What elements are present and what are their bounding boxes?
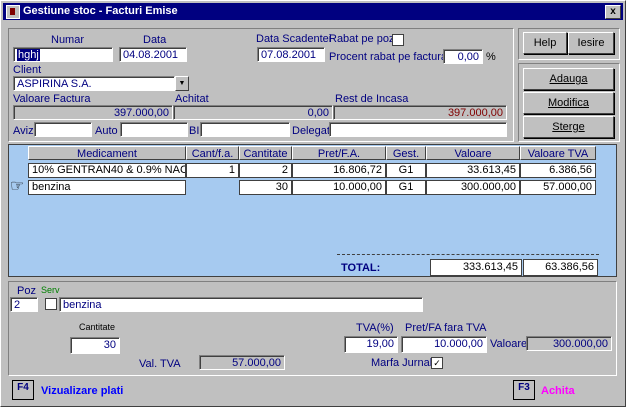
poz-label: Poz — [17, 285, 36, 297]
row2-cantitate[interactable]: 30 — [239, 180, 292, 195]
pretfa-label: Pret/FA fara TVA — [405, 322, 487, 334]
procent-unit: % — [486, 51, 496, 63]
rabat-label: Rabat pe poz — [329, 33, 395, 45]
poz-field[interactable]: 2 — [10, 297, 38, 312]
row1-tva[interactable]: 6.386,56 — [520, 163, 596, 178]
row1-cantfa[interactable]: 1 — [186, 163, 239, 178]
delegat-label: Delegat — [292, 125, 330, 137]
col-valoare[interactable]: Valoare — [426, 146, 520, 160]
marfa-checkbox[interactable]: ✓ — [431, 357, 443, 369]
total-valoare: 333.613,45 — [430, 259, 522, 276]
client-label: Client — [13, 64, 42, 76]
adauga-button[interactable]: Adauga — [523, 68, 614, 90]
valoare-label: Valoare Factura — [13, 93, 91, 105]
serv-label: Serv — [41, 285, 60, 295]
delegat-field[interactable] — [329, 122, 507, 137]
vizualizare-plati-link[interactable]: Vizualizare plati — [41, 385, 123, 397]
total-tva: 63.386,56 — [523, 259, 598, 276]
numar-label: Numar — [51, 34, 85, 46]
col-valoare-tva[interactable]: Valoare TVA — [520, 146, 596, 160]
bi-field[interactable] — [200, 122, 290, 137]
row2-gest[interactable]: G1 — [386, 180, 426, 195]
row1-gest[interactable]: G1 — [386, 163, 426, 178]
detail-valoare-label: Valoare: — [490, 338, 531, 350]
procent-field[interactable]: 0,00 — [443, 49, 483, 64]
data-field[interactable]: 04.08.2001 — [119, 47, 187, 62]
title-bar: Gestiune stoc - Facturi Emise x — [3, 3, 623, 20]
aviz-label: Aviz — [13, 125, 34, 137]
iesire-button[interactable]: Iesire — [568, 32, 614, 54]
row1-medicament[interactable]: 10% GENTRAN40 & 0.9% NACL — [28, 163, 186, 178]
col-cantfa[interactable]: Cant/f.a. — [186, 146, 239, 160]
client-select[interactable]: ASPIRINA S.A. — [13, 76, 175, 91]
row2-tva[interactable]: 57.000,00 — [520, 180, 596, 195]
row2-pret[interactable]: 10.000,00 — [292, 180, 386, 195]
achita-link[interactable]: Achita — [541, 385, 575, 397]
achitat-label: Achitat — [175, 93, 209, 105]
rest-field: 397.000,00 — [333, 105, 507, 120]
row2-valoare[interactable]: 300.000,00 — [426, 180, 520, 195]
pretfa-field[interactable]: 10.000,00 — [401, 336, 487, 353]
main-window: Gestiune stoc - Facturi Emise x Numar hg… — [0, 0, 626, 407]
cantitate-label: Cantitate — [79, 322, 116, 332]
help-button[interactable]: Help — [523, 32, 567, 54]
bi-label: BI — [189, 125, 200, 137]
total-label: TOTAL: — [341, 262, 381, 274]
detail-medicament-field[interactable]: benzina — [59, 297, 423, 312]
auto-field[interactable] — [120, 122, 188, 137]
tva-field[interactable]: 19,00 — [344, 336, 398, 353]
row-pointer-icon: ☞ — [10, 178, 25, 195]
total-separator — [337, 254, 599, 255]
numar-value: hghj — [17, 49, 40, 61]
chevron-down-icon[interactable]: ▼ — [175, 76, 189, 91]
col-medicament[interactable]: Medicament — [28, 146, 186, 160]
row2-medicament[interactable]: benzina — [28, 180, 186, 195]
marfa-label: Marfa Jurnal — [371, 357, 433, 369]
achitat-field: 0,00 — [173, 105, 333, 120]
row1-cantitate[interactable]: 2 — [239, 163, 292, 178]
valoare-field: 397.000,00 — [13, 105, 173, 120]
col-cantitate[interactable]: Cantitate — [239, 146, 292, 160]
row1-valoare[interactable]: 33.613,45 — [426, 163, 520, 178]
valtva-label: Val. TVA — [139, 358, 181, 370]
numar-field[interactable]: hghj — [13, 47, 113, 62]
f4-key[interactable]: F4 — [12, 380, 34, 400]
close-button[interactable]: x — [605, 5, 621, 19]
row1-pret[interactable]: 16.806,72 — [292, 163, 386, 178]
f3-key[interactable]: F3 — [513, 380, 535, 400]
cantitate-field[interactable]: 30 — [70, 337, 120, 354]
aviz-field[interactable] — [34, 122, 92, 137]
auto-label: Auto — [95, 125, 118, 137]
window-title: Gestiune stoc - Facturi Emise — [23, 5, 178, 17]
detail-valoare-field: 300.000,00 — [526, 336, 612, 351]
serv-checkbox[interactable] — [45, 298, 57, 310]
modifica-button[interactable]: Modifica — [523, 92, 614, 114]
scadentei-label: Data Scadentei — [256, 33, 332, 45]
data-label: Data — [143, 34, 167, 46]
valtva-field: 57.000,00 — [199, 355, 285, 370]
row2-cantfa[interactable] — [186, 180, 239, 195]
rest-label: Rest de Incasa — [335, 93, 409, 105]
app-icon — [6, 5, 20, 19]
procent-label: Procent rabat pe factura — [329, 51, 448, 63]
rabat-checkbox[interactable] — [392, 34, 404, 46]
col-gest[interactable]: Gest. — [386, 146, 426, 160]
tva-label: TVA(%) — [356, 322, 394, 334]
col-pret[interactable]: Pret/F.A. — [292, 146, 386, 160]
scadentei-field[interactable]: 07.08.2001 — [257, 47, 325, 62]
sterge-button[interactable]: Sterge — [523, 116, 614, 138]
